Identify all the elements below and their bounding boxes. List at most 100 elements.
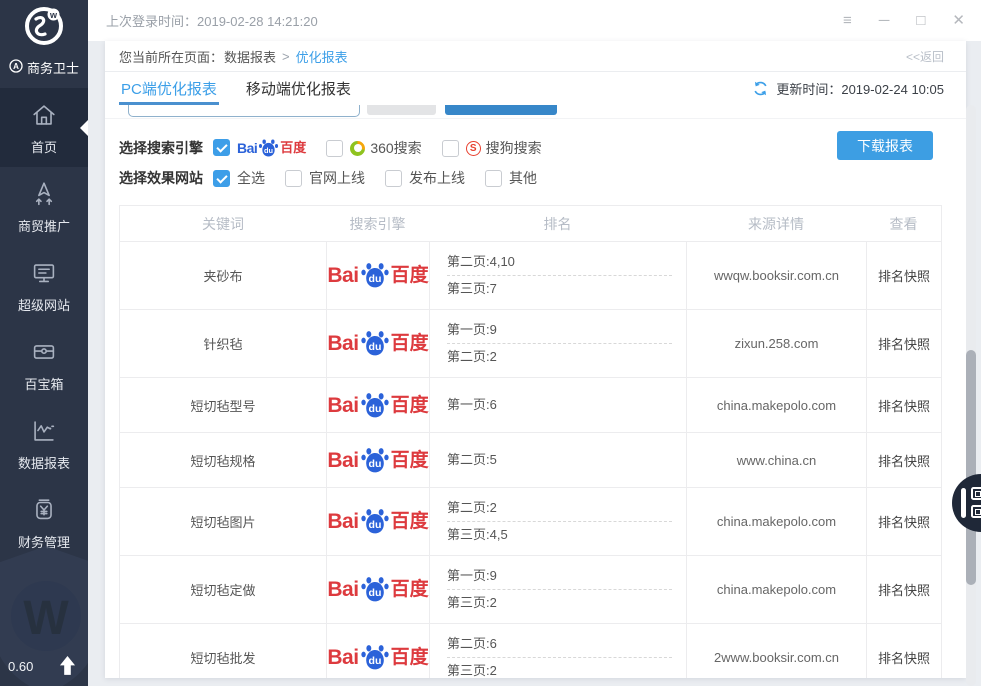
site-options: 全选官网上线发布上线 其他 <box>213 168 557 188</box>
table-row: 针织毡 Bai du 百度第一页:9第二页:2zixun.258.com排名快照 <box>120 309 941 377</box>
sidebar-item-label: 超级网站 <box>18 295 70 314</box>
brand-badge-icon: A <box>9 59 23 76</box>
breadcrumb: 您当前所在页面： 数据报表 > 优化报表 <<返回 <box>105 41 966 72</box>
tab-pc-report[interactable]: PC端优化报表 <box>119 72 219 105</box>
rank-text: 第三页:2 <box>447 594 672 612</box>
site-option-other[interactable]: 其他 <box>485 168 537 188</box>
site-option-publish[interactable]: 发布上线 <box>385 168 465 188</box>
table-row: 短切毡批发 Bai du 百度第二页:6第三页:22www.booksir.co… <box>120 623 941 678</box>
engine-cell: Bai du 百度 <box>326 310 429 377</box>
sidebar-item-data-report[interactable]: 数据报表 <box>0 404 88 483</box>
app-logo-icon[interactable]: w <box>22 4 66 48</box>
baidu-logo-icon: Bai du 百度 <box>327 643 428 671</box>
scrollbar-thumb[interactable] <box>966 350 976 585</box>
rank-cell: 第二页:4,10第三页:7 <box>429 242 686 309</box>
baidu-logo-icon: Bai du 百度 <box>327 391 428 419</box>
snapshot-link[interactable]: 排名快照 <box>878 396 930 415</box>
rank-text: 第一页:9 <box>447 567 672 585</box>
download-report-button[interactable]: 下载报表 <box>837 131 933 160</box>
baidu-logo-icon: Bai du 百度 <box>327 507 428 535</box>
qr-square-icon <box>971 487 981 500</box>
brand: A 商务卫士 <box>0 58 88 77</box>
toolbox-icon <box>29 337 59 367</box>
breadcrumb-separator: > <box>282 49 290 64</box>
rank-cell: 第二页:5 <box>429 433 686 487</box>
source-cell: china.makepolo.com <box>686 488 866 555</box>
qr-square-icon <box>971 505 981 518</box>
keyword-cell: 短切毡定做 <box>120 556 326 623</box>
sidebar-item-home[interactable]: 首页 <box>0 88 88 167</box>
website-icon <box>29 258 59 288</box>
window-controls: ≡ ─ □ ✕ <box>843 13 981 28</box>
checkbox-unchecked[interactable] <box>285 170 302 187</box>
window-close-button[interactable]: ✕ <box>952 13 965 28</box>
engine-option-sogou[interactable]: S搜狗搜索 <box>442 138 542 158</box>
checkbox-unchecked[interactable] <box>442 140 459 157</box>
breadcrumb-parent[interactable]: 数据报表 <box>224 47 276 66</box>
engine-option-so360[interactable]: 360搜索 <box>326 138 421 158</box>
checkbox-checked[interactable] <box>213 139 230 156</box>
checkbox-unchecked[interactable] <box>326 140 343 157</box>
snapshot-link[interactable]: 排名快照 <box>878 266 930 285</box>
column-header-engine: 搜索引擎 <box>326 206 429 241</box>
rank-cell: 第一页:9 第三页:2 <box>429 556 686 623</box>
rank-text: 第二页:5 <box>447 451 672 469</box>
snapshot-link[interactable]: 排名快照 <box>878 648 930 667</box>
sogou-logo-icon: S <box>466 141 486 156</box>
sidebar: w A 商务卫士 首页商贸推广超级网站百宝箱数据报表财务管理 W 0.60 <box>0 0 88 686</box>
scrollbar-track[interactable] <box>966 105 976 686</box>
primary-button[interactable] <box>445 105 557 115</box>
back-link[interactable]: <<返回 <box>906 48 944 65</box>
site-option-label: 其他 <box>509 168 537 188</box>
home-icon <box>29 100 59 130</box>
refresh-icon[interactable] <box>752 80 769 97</box>
column-header-keyword: 关键词 <box>120 206 326 241</box>
site-option-site[interactable]: 官网上线 <box>285 168 365 188</box>
snapshot-link[interactable]: 排名快照 <box>878 451 930 470</box>
rank-text: 第三页:7 <box>447 280 672 298</box>
qr-bar-icon <box>961 488 966 518</box>
sidebar-item-promotion[interactable]: 商贸推广 <box>0 167 88 246</box>
rank-text: 第一页:6 <box>447 396 672 414</box>
column-header-view: 查看 <box>866 206 941 241</box>
baidu-logo-icon: Bai du 百度 <box>327 575 428 603</box>
snapshot-link[interactable]: 排名快照 <box>878 334 930 353</box>
sidebar-item-finance[interactable]: 财务管理 <box>0 483 88 562</box>
keyword-search-input[interactable] <box>128 105 360 117</box>
keyword-cell: 短切毡型号 <box>120 378 326 432</box>
divider <box>105 118 966 119</box>
update-time-text: 更新时间：2019-02-24 10:05 <box>776 79 944 98</box>
report-table: 关键词搜索引擎排名来源详情查看 夹砂布 Bai du 百度第二页:4,10第三页… <box>119 205 942 678</box>
sidebar-item-super-website[interactable]: 超级网站 <box>0 246 88 325</box>
scroll-content: 选择搜索引擎 Bai du 百度360搜索S搜狗搜索 选择效果网站 全选官网上线… <box>105 105 966 678</box>
source-cell: wwqw.booksir.com.cn <box>686 242 866 309</box>
content-panel: 您当前所在页面： 数据报表 > 优化报表 <<返回 PC端优化报表移动端优化报表 <box>105 41 966 678</box>
table-row: 短切毡定做 Bai du 百度第一页:9第三页:2china.makepolo.… <box>120 555 941 623</box>
checkbox-checked[interactable] <box>213 170 230 187</box>
checkbox-unchecked[interactable] <box>485 170 502 187</box>
baidu-logo-icon: Bai du 百度 <box>237 138 306 158</box>
snapshot-link[interactable]: 排名快照 <box>878 512 930 531</box>
window-maximize-button[interactable]: □ <box>916 13 925 28</box>
snapshot-link[interactable]: 排名快照 <box>878 580 930 599</box>
engine-option-baidu[interactable]: Bai du 百度 <box>213 138 306 158</box>
filter-panel: 选择搜索引擎 Bai du 百度360搜索S搜狗搜索 选择效果网站 全选官网上线… <box>105 131 966 205</box>
tabs-row: PC端优化报表移动端优化报表 更新时间：2019-02-24 10:05 <box>105 72 966 105</box>
column-header-source: 来源详情 <box>686 206 866 241</box>
rank-cell: 第一页:9第二页:2 <box>429 310 686 377</box>
secondary-button[interactable] <box>367 105 436 115</box>
checkbox-unchecked[interactable] <box>385 170 402 187</box>
breadcrumb-prefix: 您当前所在页面： <box>119 47 223 66</box>
breadcrumb-current[interactable]: 优化报表 <box>296 47 348 66</box>
site-option-all[interactable]: 全选 <box>213 168 265 188</box>
sidebar-item-label: 百宝箱 <box>24 374 63 393</box>
table-row: 短切毡型号 Bai du 百度第一页:6china.makepolo.com排名… <box>120 377 941 432</box>
sidebar-item-toolbox[interactable]: 百宝箱 <box>0 325 88 404</box>
engine-options: Bai du 百度 360搜索 S搜狗搜索 <box>213 138 562 158</box>
tab-mobile-report[interactable]: 移动端优化报表 <box>244 72 353 105</box>
site-filter-row: 选择效果网站 全选官网上线发布上线其他 <box>105 163 966 193</box>
window-menu-button[interactable]: ≡ <box>843 13 852 28</box>
scroll-top-arrow-icon[interactable] <box>59 655 76 676</box>
rank-text: 第三页:2 <box>447 662 672 678</box>
window-minimize-button[interactable]: ─ <box>879 13 890 28</box>
